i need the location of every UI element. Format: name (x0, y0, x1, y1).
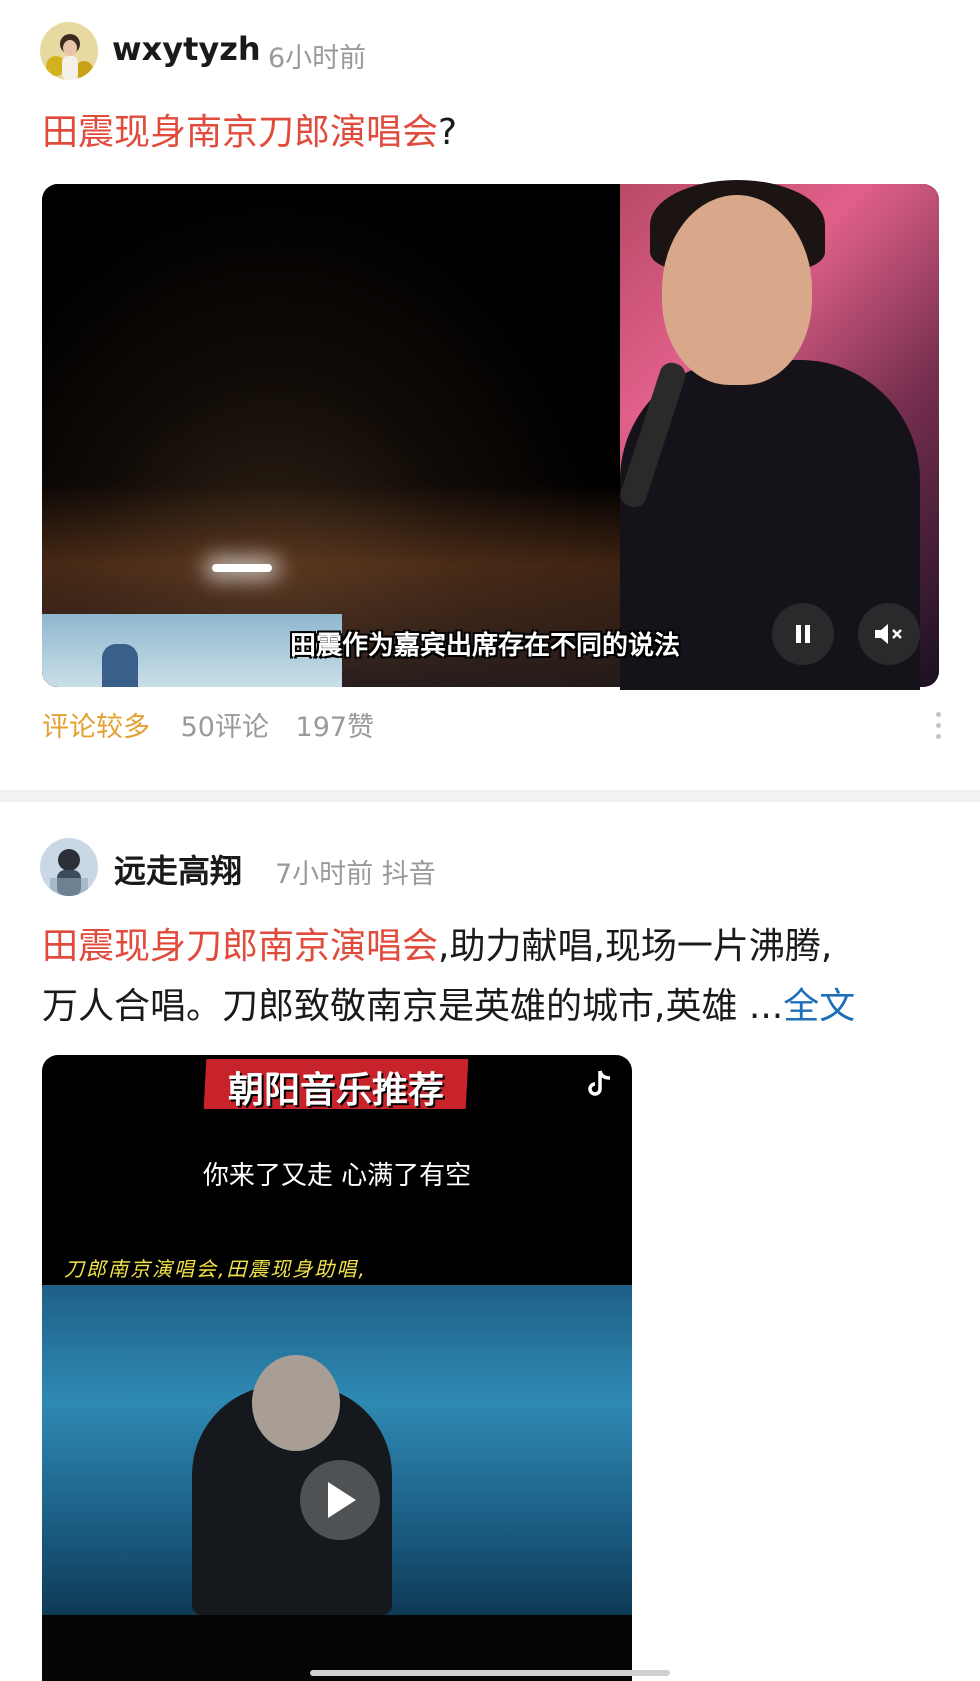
video-subtitle: 田震作为嘉宾出席存在不同的说法 (290, 631, 681, 661)
like-count[interactable]: 197赞 (296, 712, 375, 743)
tiktok-icon (586, 1069, 616, 1099)
video-thumbnail[interactable]: 朝阳音乐推荐 你来了又走 心满了有空 刀郎南京演唱会,田震现身助唱, (42, 1055, 632, 1681)
hot-tag: 评论较多 (42, 712, 150, 743)
avatar-image (40, 838, 98, 896)
play-button[interactable] (300, 1460, 380, 1540)
post-divider (0, 790, 980, 802)
avatar-image (40, 22, 98, 80)
post-headline[interactable]: 田震现身刀郎南京演唱会,助力献唱,现场一片沸腾, 万人合唱。刀郎致敬南京是英雄的… (42, 917, 855, 1037)
post-time: 7小时前 抖音 (275, 859, 436, 890)
headline-text: ? (438, 112, 458, 153)
more-vertical-icon[interactable] (930, 705, 946, 745)
comment-count[interactable]: 50评论 (181, 712, 269, 743)
avatar[interactable] (40, 838, 98, 896)
headline-highlight: 田震现身南京刀郎演唱会 (42, 112, 439, 153)
post-headline[interactable]: 田震现身南京刀郎演唱会? (42, 103, 457, 163)
username[interactable]: 远走高翔 (114, 846, 242, 892)
post-time: 6小时前 (268, 43, 367, 74)
pause-button[interactable] (772, 603, 834, 665)
post-source: 抖音 (381, 859, 436, 890)
video-caption: 刀郎南京演唱会,田震现身助唱, (64, 1257, 367, 1281)
pause-icon (796, 625, 810, 643)
home-indicator[interactable] (310, 1670, 670, 1676)
play-icon (328, 1482, 356, 1518)
username[interactable]: wxytyzh (112, 30, 261, 68)
video-banner: 朝阳音乐推荐 (227, 1070, 444, 1111)
mute-button[interactable] (858, 603, 920, 665)
headline-line-2: 万人合唱。刀郎致敬南京是英雄的城市,英雄 ...全文 (42, 986, 856, 1027)
read-more-link[interactable]: 全文 (783, 986, 855, 1027)
feed-post-1[interactable]: wxytyzh 6小时前 田震现身南京刀郎演唱会? 田震作为嘉宾出席存在不同的说… (0, 0, 980, 790)
mute-icon (875, 624, 902, 644)
headline-highlight: 田震现身刀郎南京演唱会 (42, 926, 439, 967)
post-stats: 评论较多 50评论 197赞 (42, 705, 392, 745)
video-lyric: 你来了又走 心满了有空 (202, 1161, 472, 1191)
avatar[interactable] (40, 22, 98, 80)
headline-line-1: 田震现身刀郎南京演唱会,助力献唱,现场一片沸腾, (42, 926, 833, 967)
